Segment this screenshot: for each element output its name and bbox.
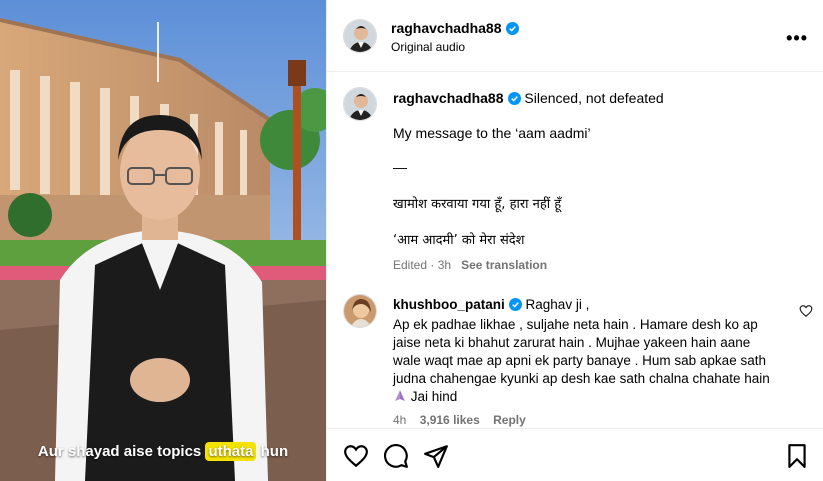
caption-meta: Edited · 3h See translation (393, 258, 547, 272)
caption-text: Aur shayad aise topics (37, 443, 206, 460)
author-avatar[interactable] (343, 19, 377, 53)
video-frame (0, 0, 326, 481)
comment-line-6: Jai hind (393, 388, 457, 406)
share-send-icon[interactable] (423, 443, 449, 469)
reel-video[interactable]: Aur shayad aise topics uthata hun (0, 0, 326, 481)
comment-line-1: Raghav ji , (525, 297, 590, 312)
comment-reply-button[interactable]: Reply (493, 413, 526, 427)
post-header: raghavchadha88 Original audio ••• (327, 0, 823, 72)
comment-first-line: khushboo_patani Raghav ji , (393, 296, 589, 314)
caption-text-end: hun (256, 443, 289, 460)
folded-hands-emoji-icon (395, 390, 405, 401)
save-bookmark-icon[interactable] (784, 443, 810, 469)
audio-link[interactable]: Original audio (391, 40, 465, 54)
commenter-avatar[interactable] (343, 294, 377, 328)
caption-line-1: My message to the ‘aam aadmi’ (393, 125, 591, 141)
comment-bubble-icon[interactable] (383, 443, 409, 469)
comment-like-heart-icon[interactable] (799, 304, 813, 318)
caption-title: Silenced, not defeated (524, 90, 664, 106)
caption-line-4: ‘आम आदमी’ को मेरा संदेश (393, 233, 525, 248)
post-details-panel: raghavchadha88 Original audio ••• raghav… (326, 0, 823, 481)
comment-line-4: wale waqt mae ap apni ek party banaye . … (393, 353, 766, 368)
verified-badge-icon (505, 22, 519, 35)
caption-line-3: खामोश करवाया गया हूँ, हारा नहीं हूँ (393, 197, 562, 212)
commenter-username[interactable]: khushboo_patani (393, 297, 505, 312)
comment-likes[interactable]: 3,916 likes (420, 413, 480, 427)
verified-badge-icon (507, 92, 521, 105)
like-heart-icon[interactable] (343, 443, 369, 469)
comment-time: 4h (393, 413, 407, 427)
see-translation-link[interactable]: See translation (461, 258, 547, 272)
comment-line-5: judna chahengae kyunki ap desh kae sath … (393, 371, 770, 386)
author-username-text[interactable]: raghavchadha88 (391, 20, 502, 36)
comment-meta: 4h 3,916 likes Reply (393, 413, 526, 427)
video-caption: Aur shayad aise topics uthata hun (0, 442, 326, 461)
caption-author-avatar[interactable] (343, 87, 377, 121)
caption-title-line: raghavchadha88 Silenced, not defeated (393, 89, 664, 107)
caption-username[interactable]: raghavchadha88 (393, 90, 504, 106)
caption-highlight: uthata (205, 442, 257, 461)
author-username[interactable]: raghavchadha88 (391, 20, 519, 36)
caption-line-2: — (393, 159, 407, 175)
edited-time: Edited · 3h (393, 258, 452, 272)
action-bar (327, 428, 823, 481)
comment-jai-hind: Jai hind (410, 389, 458, 404)
comment-line-3: jaise neta ki bhahut zarurat hain . Mujh… (393, 335, 751, 350)
verified-badge-icon (508, 298, 522, 311)
comment-line-2: Ap ek padhae likhae , suljahe neta hain … (393, 317, 758, 332)
more-horizontal-icon[interactable]: ••• (786, 28, 808, 49)
